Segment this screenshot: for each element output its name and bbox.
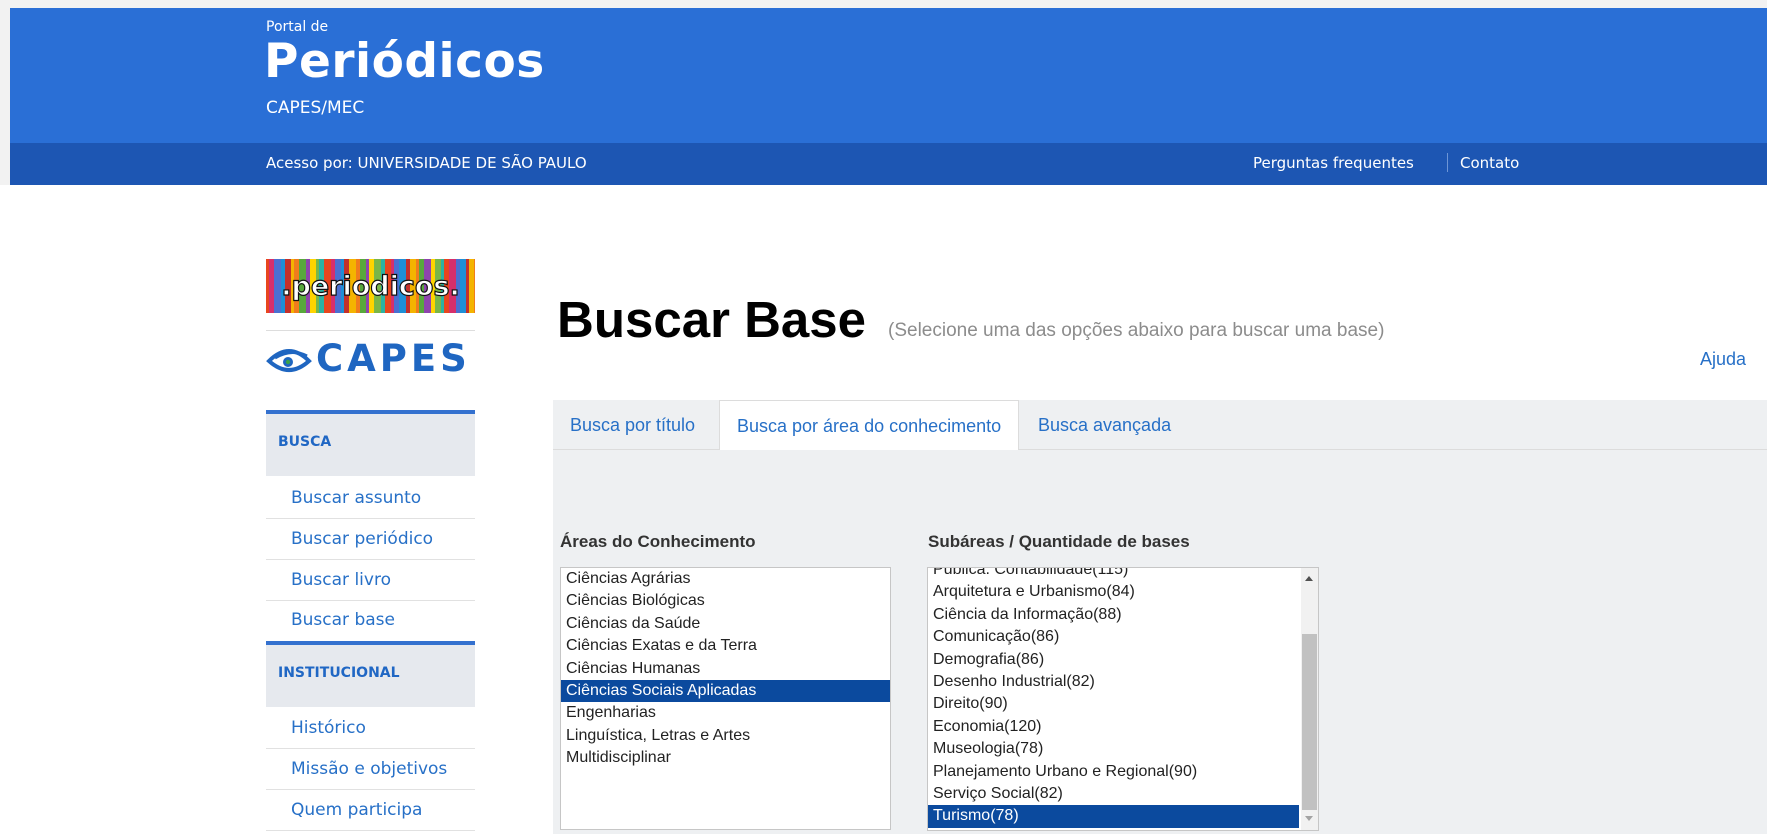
page: Portal de Periódicos CAPES/MEC Acesso po… xyxy=(0,0,1767,834)
sidebar-item-label[interactable]: Histórico xyxy=(291,718,366,738)
sidebar-item-buscar-periodico[interactable]: Buscar periódico xyxy=(266,519,475,560)
subareas-label: Subáreas / Quantidade de bases xyxy=(928,532,1190,551)
capes-eye-icon xyxy=(266,349,312,372)
area-option[interactable]: Ciências Sociais Aplicadas xyxy=(561,679,890,703)
sidebar-item-missao-e-objetivos[interactable]: Missão e objetivos xyxy=(266,749,475,790)
tab-busca-por-titulo[interactable]: Busca por título xyxy=(553,400,712,450)
sidebar-section-institucional: INSTITUCIONAL xyxy=(266,641,475,707)
scroll-down-arrow-icon[interactable] xyxy=(1305,816,1313,821)
sidebar-section-busca: BUSCA xyxy=(266,410,475,476)
sidebar-item-historico[interactable]: Histórico xyxy=(266,708,475,749)
logo-stripe xyxy=(469,259,474,313)
capes-logo-text: CAPES xyxy=(316,337,471,380)
area-option[interactable]: Ciências Exatas e da Terra xyxy=(561,635,890,657)
sidebar-item-label[interactable]: Buscar assunto xyxy=(291,488,421,508)
subarea-option[interactable]: Desenho Industrial(82) xyxy=(928,671,1299,693)
sidebar-item-label[interactable]: Buscar base xyxy=(291,610,395,630)
periodicos-logo-graphic: .periodicos. xyxy=(266,259,475,313)
area-option[interactable]: Engenharias xyxy=(561,702,890,724)
portal-logo-prefix: Portal de xyxy=(266,19,329,35)
faq-link[interactable]: Perguntas frequentes xyxy=(1253,154,1414,172)
sidebar-item-buscar-base[interactable]: Buscar base xyxy=(266,600,475,641)
subarea-option[interactable]: Museologia(78) xyxy=(928,738,1299,760)
periodicos-logo[interactable]: .periodicos. xyxy=(266,259,475,313)
portal-logo-subtitle: CAPES/MEC xyxy=(266,98,365,118)
periodicos-logo-text: .periodicos. xyxy=(281,271,459,302)
help-link[interactable]: Ajuda xyxy=(1700,349,1746,370)
page-subtitle: (Selecione uma das opções abaixo para bu… xyxy=(888,320,1385,341)
subareas-scrollbar[interactable] xyxy=(1301,568,1318,830)
sidebar-item-label[interactable]: Buscar livro xyxy=(291,570,391,590)
sidebar-item-label[interactable]: Quem participa xyxy=(291,800,422,820)
logo-stripe xyxy=(474,259,475,313)
subareas-options: Pública. Contabilidade(115) Arquitetura e… xyxy=(928,568,1299,828)
subarea-option[interactable]: Comunicação(86) xyxy=(928,626,1299,648)
scroll-up-arrow-icon[interactable] xyxy=(1305,576,1313,581)
sidebar-item-label[interactable]: Buscar periódico xyxy=(291,529,433,549)
logo-stripe xyxy=(466,259,469,313)
sidebar-item-buscar-assunto[interactable]: Buscar assunto xyxy=(266,478,475,519)
subarea-option[interactable]: Ciência da Informação(88) xyxy=(928,604,1299,626)
subarea-option[interactable]: Pública. Contabilidade(115) xyxy=(928,568,1299,581)
sidebar-item-label[interactable]: Missão e objetivos xyxy=(291,759,447,779)
area-option[interactable]: Ciências da Saúde xyxy=(561,613,890,635)
subarea-option[interactable]: Demografia(86) xyxy=(928,649,1299,671)
page-title: Buscar Base xyxy=(557,291,867,348)
subarea-option[interactable]: Planejamento Urbano e Regional(90) xyxy=(928,761,1299,783)
sidebar-item-quem-participa[interactable]: Quem participa xyxy=(266,790,475,831)
sidebar-section-title: BUSCA xyxy=(278,434,332,450)
logo-stripe xyxy=(266,259,269,313)
areas-listbox[interactable]: Ciências Agrárias Ciências Biológicas Ciên… xyxy=(560,567,891,830)
subarea-option[interactable]: Arquitetura e Urbanismo(84) xyxy=(928,581,1299,603)
subarea-option[interactable]: Serviço Social(82) xyxy=(928,783,1299,805)
areas-label: Áreas do Conhecimento xyxy=(560,532,756,551)
subarea-option[interactable]: Turismo(78) xyxy=(928,805,1299,828)
contact-link[interactable]: Contato xyxy=(1460,154,1519,172)
sidebar-section-title: INSTITUCIONAL xyxy=(278,665,400,681)
logo-stripe xyxy=(274,259,281,313)
search-tabs: Busca por título Busca por área do conhe… xyxy=(553,400,1767,451)
area-option[interactable]: Ciências Humanas xyxy=(561,658,890,680)
area-option[interactable]: Ciências Biológicas xyxy=(561,590,890,612)
tab-busca-por-area[interactable]: Busca por área do conhecimento xyxy=(719,400,1020,451)
subarea-option[interactable]: Direito(90) xyxy=(928,693,1299,715)
sidebar-item-buscar-livro[interactable]: Buscar livro xyxy=(266,560,475,601)
subareas-listbox[interactable]: Pública. Contabilidade(115) Arquitetura e… xyxy=(927,567,1319,831)
area-option[interactable]: Ciências Agrárias xyxy=(561,568,890,590)
logo-stripe xyxy=(269,259,274,313)
subarea-option[interactable]: Economia(120) xyxy=(928,716,1299,738)
header-link-divider xyxy=(1447,153,1448,172)
area-option[interactable]: Linguística, Letras e Artes xyxy=(561,725,890,747)
capes-logo[interactable]: CAPES xyxy=(266,339,478,379)
areas-options: Ciências Agrárias Ciências Biológicas Ciên… xyxy=(561,568,890,770)
tab-busca-avancada[interactable]: Busca avançada xyxy=(1021,400,1188,450)
sidebar-logo-divider xyxy=(266,330,475,331)
area-option[interactable]: Multidisciplinar xyxy=(561,747,890,769)
logo-stripe xyxy=(460,259,466,313)
access-institution-text: Acesso por: UNIVERSIDADE DE SÃO PAULO xyxy=(266,154,587,172)
portal-logo-title[interactable]: Periódicos xyxy=(264,34,545,89)
scrollbar-thumb[interactable] xyxy=(1302,634,1317,810)
